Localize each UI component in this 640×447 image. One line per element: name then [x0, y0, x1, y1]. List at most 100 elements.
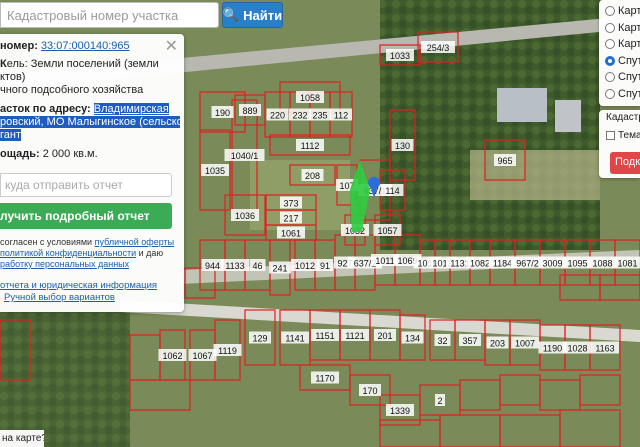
parcel-number-label: 1088 — [588, 256, 617, 269]
parcel-number-label: 1112 — [296, 139, 324, 151]
layer-switcher: Карт Карта Карта Спут Спут Спут — [599, 0, 640, 106]
parcel-number-label: 1339 — [386, 404, 414, 416]
parcel-number-label: 1040/1 — [224, 149, 265, 161]
connect-button[interactable]: Подк — [610, 152, 640, 174]
parcel-number-label: 1170 — [311, 371, 339, 384]
radio-icon[interactable] — [605, 88, 615, 99]
parcel-number-label: 1033 — [386, 49, 414, 61]
svg-text:91: 91 — [320, 261, 330, 271]
parcel-number-label: 114 — [381, 184, 404, 196]
radio-icon[interactable] — [605, 39, 615, 50]
radio-icon[interactable] — [605, 6, 615, 17]
svg-text:1011: 1011 — [375, 256, 394, 266]
svg-text:2: 2 — [437, 396, 442, 406]
parcel-number-label: 3009 — [538, 256, 567, 269]
get-report-button[interactable]: лучить подробный отчет — [0, 203, 172, 229]
theme-checkbox-label: Тема — [618, 130, 640, 141]
agree-line2b: и даю — [136, 248, 164, 258]
layer-option[interactable]: Спут — [599, 53, 640, 70]
svg-text:220: 220 — [270, 111, 285, 121]
data-processing-link[interactable]: работку персональных данных — [0, 259, 129, 269]
parcel-number-label: 1028 — [563, 341, 592, 354]
parcel-number-label: 1062 — [158, 349, 187, 361]
category-line1: ель: Земли поселений (земли — [6, 58, 159, 70]
layer-option[interactable]: Карта — [599, 20, 640, 37]
layer-option[interactable]: Спут — [599, 69, 640, 86]
checkbox-icon[interactable] — [606, 130, 615, 140]
layer-option-label: Спут — [618, 71, 640, 84]
svg-text:373: 373 — [283, 199, 298, 209]
radio-icon[interactable] — [605, 72, 615, 83]
cadastral-search-input[interactable] — [0, 2, 219, 28]
parcel-number-label: 91 — [317, 259, 333, 271]
svg-text:1184: 1184 — [493, 259, 512, 269]
parcel-number-label: 235 — [309, 108, 331, 121]
parcel-number-label: 373 — [280, 196, 302, 209]
svg-text:967/2: 967/2 — [516, 259, 539, 269]
cadnum-link[interactable]: 33:07:000140:965 — [41, 40, 130, 52]
offer-link[interactable]: публичной оферты — [95, 237, 175, 247]
parcel-number-label: 1133 — [221, 259, 249, 271]
svg-text:32: 32 — [437, 336, 447, 346]
svg-text:1035: 1035 — [205, 166, 225, 176]
layer-option[interactable]: Карт — [599, 3, 640, 20]
radio-icon[interactable] — [605, 55, 615, 66]
svg-text:201: 201 — [377, 331, 392, 341]
layer-option[interactable]: Карта — [599, 36, 640, 53]
agree-line1: согласен с условиями — [0, 237, 93, 247]
usage-line: чного подсобного хозяйства — [0, 84, 144, 96]
cadnum-label: номер: — [0, 40, 38, 52]
svg-text:129: 129 — [252, 334, 267, 344]
manual-choice-link[interactable]: Ручной выбор вариантов — [4, 292, 115, 303]
svg-text:3009: 3009 — [542, 259, 562, 269]
privacy-link[interactable]: политикой конфиденциальности — [0, 248, 136, 258]
building — [555, 100, 581, 132]
parcel-number-label: 241 — [269, 261, 291, 274]
svg-text:1095: 1095 — [567, 259, 587, 269]
parcel-number-label: 112 — [330, 108, 352, 121]
parcel-number-label: 170 — [359, 384, 381, 396]
layer-option-label: Карта — [618, 38, 640, 51]
svg-text:1088: 1088 — [592, 259, 612, 269]
email-input[interactable] — [0, 173, 172, 197]
close-icon[interactable]: ✕ — [165, 36, 178, 56]
parcel-number-label: 1067 — [188, 349, 217, 361]
layer-option-label: Спут — [618, 54, 640, 67]
sample-report-link[interactable]: отчета и юридическая информация — [0, 280, 157, 291]
extra-links: отчета и юридическая информация Ручной в… — [0, 280, 184, 304]
svg-text:965: 965 — [497, 156, 512, 166]
parcel-number-label: 217 — [280, 211, 302, 224]
parcel-number-label: 1012 — [291, 259, 319, 271]
parcel-number-label: 944 — [201, 259, 224, 271]
svg-text:1163: 1163 — [595, 344, 614, 354]
svg-text:1057: 1057 — [377, 226, 397, 236]
layer-option-label: Карта — [618, 21, 640, 34]
parcel-number-label: 134 — [401, 331, 424, 344]
layer-option[interactable]: Спут — [599, 86, 640, 103]
bottom-question: на карте? — [0, 430, 44, 447]
search-icon: 🔍 — [222, 7, 240, 22]
parcel-number-label: 129 — [249, 331, 271, 344]
parcel-number-label: 32 — [434, 334, 451, 346]
svg-text:46: 46 — [252, 261, 262, 271]
svg-text:130: 130 — [395, 141, 410, 151]
radio-icon[interactable] — [605, 22, 615, 33]
category-line2: ктов) — [0, 71, 26, 83]
parcel-number-label: 1151 — [311, 329, 339, 341]
parcel-number-label: 1061 — [277, 226, 305, 239]
parcel-number-label: 190 — [211, 106, 234, 118]
parcel-number-label: 2 — [435, 394, 445, 406]
search-button[interactable]: 🔍 Найти — [222, 2, 283, 28]
svg-text:1133: 1133 — [225, 261, 244, 271]
svg-text:203: 203 — [490, 339, 505, 349]
svg-text:1062: 1062 — [162, 351, 182, 361]
parcel-number-label: 203 — [486, 336, 509, 349]
svg-text:1036: 1036 — [235, 211, 255, 221]
svg-text:1339: 1339 — [390, 406, 410, 416]
clearing — [470, 150, 600, 200]
address-line1[interactable]: Владимирская — [93, 103, 169, 115]
svg-text:1112: 1112 — [301, 141, 320, 151]
parcel-number-label: 1036 — [231, 209, 259, 221]
parcel-number-label: 232 — [289, 108, 311, 121]
area-value: 2 000 кв.м. — [42, 148, 98, 160]
